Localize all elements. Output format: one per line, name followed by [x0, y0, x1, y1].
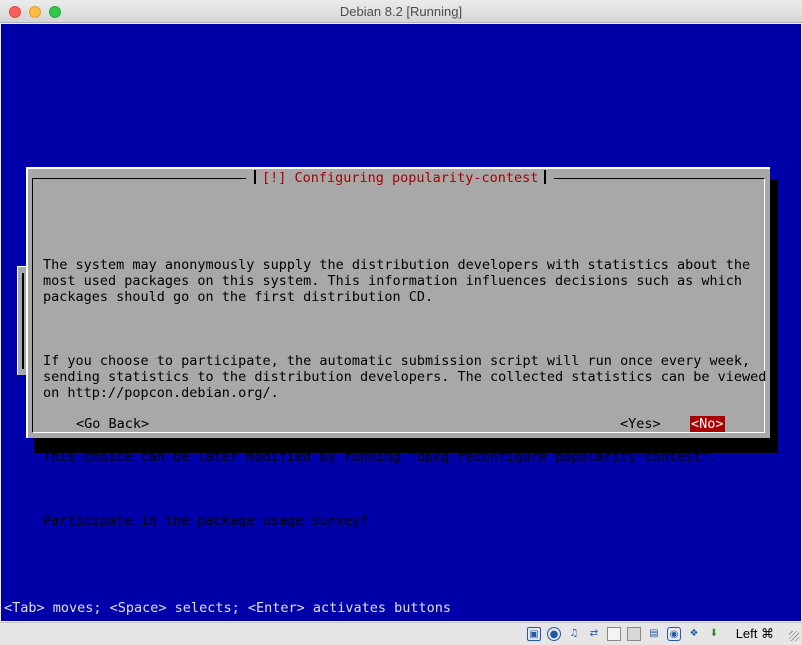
display-icon[interactable]: ▤	[647, 627, 661, 641]
yes-button[interactable]: <Yes>	[620, 416, 661, 432]
dialog-title-text: [!] Configuring popularity-contest	[262, 170, 539, 186]
dialog-title: [!] Configuring popularity-contest	[246, 169, 555, 187]
vm-screen[interactable]: [!] Configuring popularity-contest The s…	[1, 24, 801, 621]
no-button[interactable]: <No>	[690, 416, 725, 432]
hard-disk-icon[interactable]: ▣	[527, 627, 541, 641]
dialog-paragraph-1: The system may anonymously supply the di…	[43, 257, 751, 305]
shared-folders-icon[interactable]	[627, 627, 641, 641]
go-back-button[interactable]: <Go Back>	[76, 416, 149, 432]
optical-drive-icon[interactable]: ●	[547, 627, 561, 641]
audio-icon[interactable]: ♫	[567, 627, 581, 641]
dialog-body: The system may anonymously supply the di…	[43, 225, 766, 577]
video-capture-icon[interactable]: ◉	[667, 627, 681, 641]
usb-icon[interactable]	[607, 627, 621, 641]
dialog-paragraph-3: This choice can be later modified by run…	[43, 449, 718, 465]
network-icon[interactable]: ⇄	[587, 627, 601, 641]
resize-grip[interactable]	[789, 631, 799, 641]
dialog-paragraph-2: If you choose to participate, the automa…	[43, 353, 767, 401]
dialog-question: Participate in the package usage survey?	[43, 513, 369, 529]
window-titlebar: Debian 8.2 [Running]	[0, 0, 802, 23]
cpu-icon[interactable]: ❖	[687, 627, 701, 641]
vm-statusbar: ▣ ● ♫ ⇄ ▤ ◉ ❖ ⬇ ↗ Left ⌘	[0, 622, 802, 645]
guest-additions-icon[interactable]: ⬇	[707, 627, 721, 641]
keyboard-hint: <Tab> moves; <Space> selects; <Enter> ac…	[4, 600, 452, 616]
host-key-label: Left ⌘	[735, 626, 774, 641]
window-title: Debian 8.2 [Running]	[339, 4, 463, 19]
popularity-contest-dialog: [!] Configuring popularity-contest The s…	[26, 167, 770, 529]
